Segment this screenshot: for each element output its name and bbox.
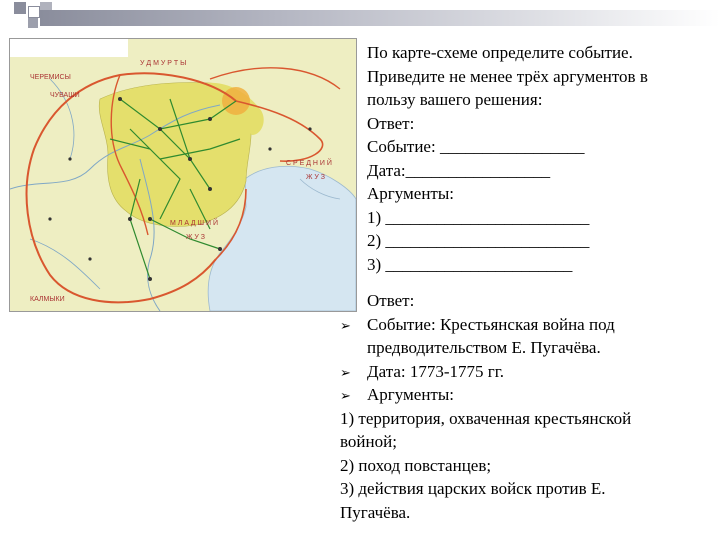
arguments-label: Аргументы:: [367, 184, 455, 203]
answer-arguments-label: ➢ Аргументы:: [340, 383, 712, 407]
map-label-cheremisy: ЧЕРЕМИСЫ: [30, 74, 71, 81]
arrow-bullet-icon: ➢: [340, 364, 351, 380]
event-blank: Событие: _________________: [367, 137, 585, 156]
map-label-chuvashi: ЧУВАШИ: [50, 92, 80, 99]
answer-heading: Ответ:: [367, 291, 415, 310]
answer-argument-3-cont: Пугачёва.: [340, 502, 411, 522]
answer-date: ➢ Дата: 1773-1775 гг.: [340, 360, 712, 384]
decorative-title-bar: [40, 10, 720, 26]
decor-square-1: [14, 2, 26, 14]
question-block: По карте-схеме определите событие. Приве…: [367, 41, 707, 276]
answer-argument-2: 2) поход повстанцев;: [340, 455, 492, 475]
arrow-bullet-icon: ➢: [340, 388, 351, 403]
historical-map: У Д М У Р Т Ы ЧЕРЕМИСЫ ЧУВАШИ С Р Е Д Н …: [9, 38, 357, 312]
question-line-1: По карте-схеме определите событие.: [367, 43, 633, 62]
map-label-srednij: С Р Е Д Н И Й: [286, 158, 332, 167]
answer-label: Ответ:: [367, 113, 415, 133]
question-line-2: Приведите не менее трёх аргументов в: [367, 66, 648, 86]
map-label-zhuz-2: Ж У З: [186, 234, 205, 241]
argument-blank-1: 1) ________________________: [367, 207, 590, 227]
argument-blank-3: 3) ______________________: [367, 254, 573, 274]
decor-square-4: [28, 18, 38, 28]
answer-block: Ответ: ➢ Событие: Крестьянская война под …: [340, 289, 712, 524]
map-label-mladshij: М Л А Д Ш И Й: [170, 218, 218, 227]
map-label-zhuz-1: Ж У З: [306, 174, 325, 181]
decor-square-2: [28, 6, 40, 18]
question-line-3: пользу вашего решения:: [367, 90, 543, 109]
answer-event: ➢ Событие: Крестьянская война под: [340, 313, 712, 337]
arrow-bullet-icon: ➢: [340, 317, 351, 333]
map-label-kalmyki: КАЛМЫКИ: [30, 296, 65, 303]
answer-argument-1-cont: войной;: [340, 432, 397, 451]
answer-argument-3: 3) действия царских войск против Е.: [340, 479, 606, 498]
date-blank: Дата:_________________: [367, 160, 551, 180]
answer-argument-1: 1) территория, охваченная крестьянской: [340, 408, 632, 428]
map-label-udmurty: У Д М У Р Т Ы: [140, 60, 186, 67]
answer-event-cont: предводительством Е. Пугачёва.: [367, 338, 601, 357]
argument-blank-2: 2) ________________________: [367, 231, 590, 250]
